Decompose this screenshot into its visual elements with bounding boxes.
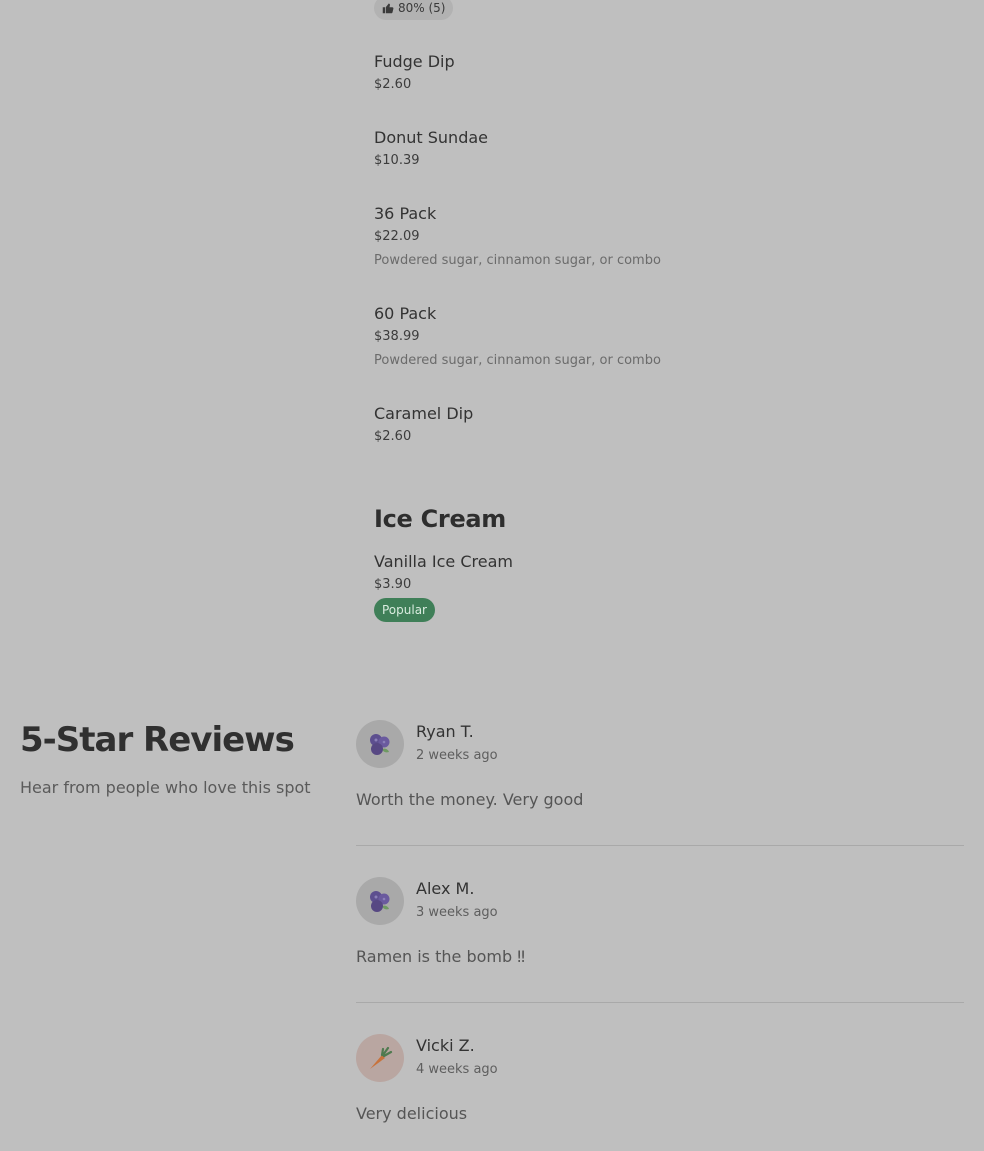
review-text: Ramen is the bomb ‼ [356, 947, 525, 966]
review-date: 2 weeks ago [416, 748, 498, 763]
item-name: Donut Sundae [374, 128, 488, 147]
avatar [356, 877, 404, 925]
menu-item-fudge-dip[interactable]: Fudge Dip $2.60 [374, 52, 934, 92]
item-price: $3.90 [374, 577, 412, 592]
item-price: $38.99 [374, 329, 420, 344]
menu-item-60-pack[interactable]: 60 Pack $38.99 Powdered sugar, cinnamon … [374, 304, 934, 369]
review-text: Very delicious [356, 1104, 468, 1123]
rating-text: 80% (5) [398, 1, 446, 15]
item-name: 60 Pack [374, 304, 437, 323]
avatar [356, 1034, 404, 1082]
item-price: $22.09 [374, 229, 420, 244]
reviews-subtitle: Hear from people who love this spot [20, 778, 311, 797]
item-price: $2.60 [374, 77, 412, 92]
review-divider [356, 1002, 964, 1003]
review-text: Worth the money. Very good [356, 790, 584, 809]
section-heading-ice-cream: Ice Cream [374, 505, 507, 533]
blueberry-icon [365, 886, 395, 916]
blueberry-icon [365, 729, 395, 759]
menu-item-vanilla-ice-cream[interactable]: Vanilla Ice Cream $3.90 Popular [374, 552, 934, 622]
review-divider [356, 845, 964, 846]
popular-badge: Popular [374, 598, 435, 622]
reviewer-name: Vicki Z. [416, 1036, 475, 1055]
reviewer-name: Alex M. [416, 879, 475, 898]
item-price: $2.60 [374, 429, 412, 444]
reviewer-name: Ryan T. [416, 722, 474, 741]
item-name: Fudge Dip [374, 52, 455, 71]
menu-item-36-pack[interactable]: 36 Pack $22.09 Powdered sugar, cinnamon … [374, 204, 934, 269]
rating-badge: 80% (5) [374, 0, 454, 20]
review-date: 4 weeks ago [416, 1062, 498, 1077]
menu-item-donut-sundae[interactable]: Donut Sundae $10.39 [374, 128, 934, 168]
carrot-icon [365, 1043, 395, 1073]
menu-item-caramel-dip[interactable]: Caramel Dip $2.60 [374, 404, 934, 444]
thumbs-up-icon [382, 2, 394, 14]
item-description: Powdered sugar, cinnamon sugar, or combo [374, 253, 661, 268]
item-name: 36 Pack [374, 204, 437, 223]
item-description: Powdered sugar, cinnamon sugar, or combo [374, 353, 661, 368]
review-date: 3 weeks ago [416, 905, 498, 920]
item-price: $10.39 [374, 153, 420, 168]
reviews-title: 5-Star Reviews [20, 720, 295, 760]
item-name: Vanilla Ice Cream [374, 552, 513, 571]
item-name: Caramel Dip [374, 404, 474, 423]
avatar [356, 720, 404, 768]
